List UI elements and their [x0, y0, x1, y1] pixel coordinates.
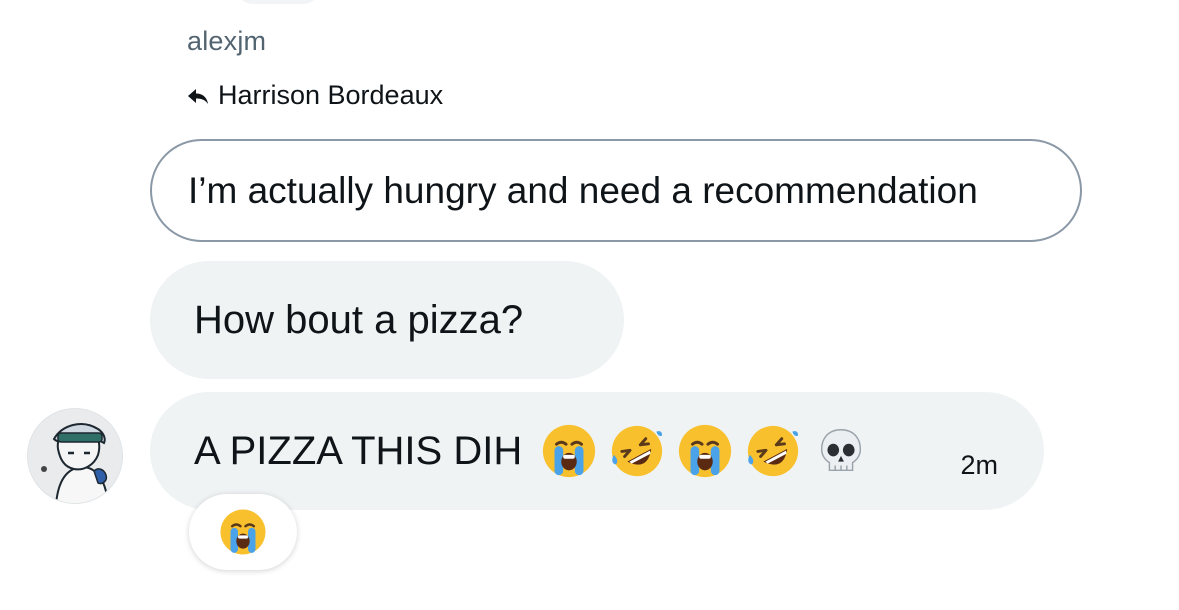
rolling-on-floor-laughing-icon: [608, 422, 666, 480]
quoted-message-text: I’m actually hungry and need a recommend…: [188, 169, 978, 211]
quoted-message[interactable]: I’m actually hungry and need a recommend…: [150, 139, 1082, 242]
message-timestamp: 2m: [960, 450, 998, 480]
reply-to-name: Harrison Bordeaux: [218, 80, 444, 110]
message-text: How bout a pizza?: [194, 297, 524, 342]
loudly-crying-face-icon: [676, 422, 734, 480]
emoji-row: [540, 422, 870, 480]
rolling-on-floor-laughing-icon: [744, 422, 802, 480]
loudly-crying-face-icon: [540, 422, 598, 480]
skull-icon: [812, 422, 870, 480]
message-bubble[interactable]: A PIZZA THIS DIH 2m: [150, 392, 1044, 510]
message-bubble[interactable]: How bout a pizza?: [150, 261, 624, 379]
message-text: A PIZZA THIS DIH: [194, 428, 523, 473]
loudly-crying-face-icon: [218, 507, 268, 557]
reply-arrow-icon: [186, 84, 210, 108]
dm-conversation: alexjm Harrison Bordeaux I’m actually hu…: [0, 0, 1179, 610]
sender-name[interactable]: alexjm: [187, 26, 266, 57]
reply-context[interactable]: Harrison Bordeaux: [186, 80, 443, 111]
reaction-chip[interactable]: [189, 494, 297, 570]
previous-message-edge: [238, 0, 318, 4]
avatar[interactable]: [27, 408, 123, 504]
